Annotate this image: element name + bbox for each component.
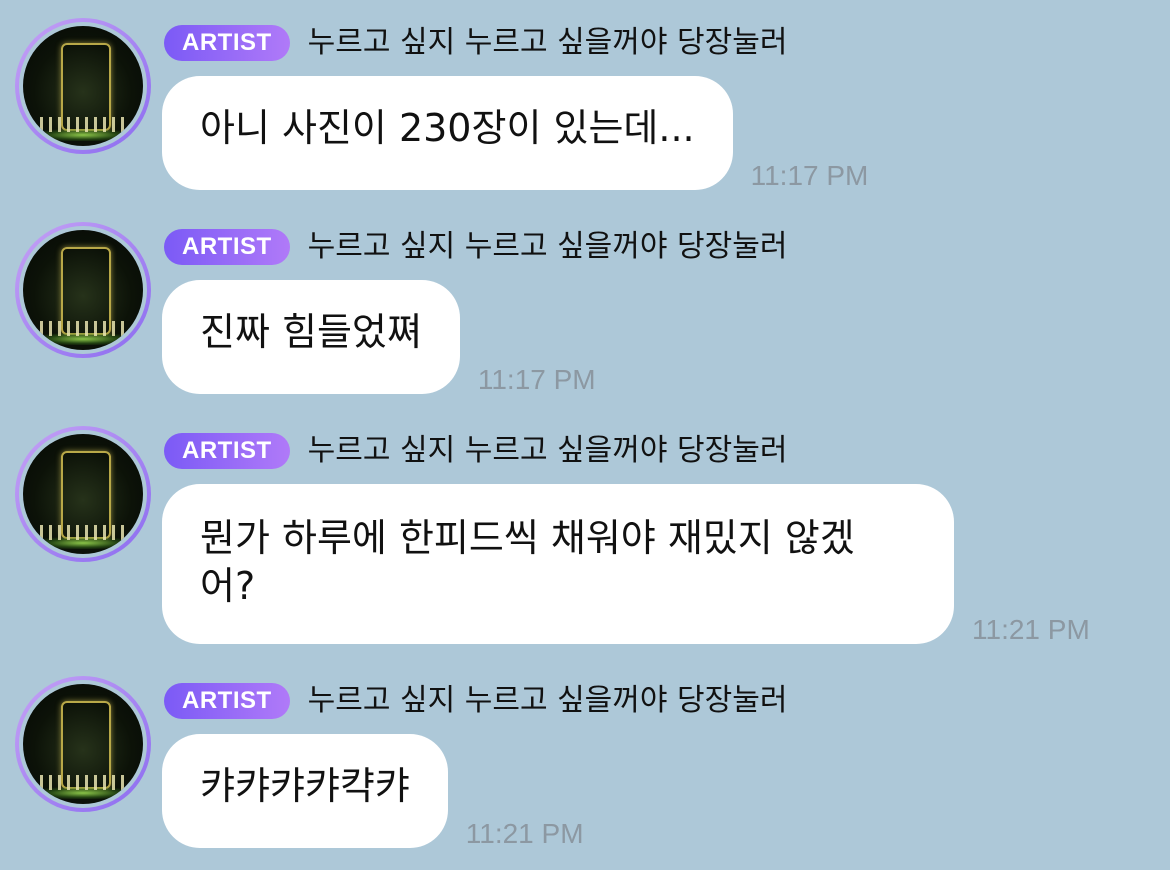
- stage-performers-graphic: [39, 117, 127, 132]
- message-bubble[interactable]: 아니 사진이 230장이 있는데...: [162, 76, 733, 190]
- avatar-ring: [19, 226, 147, 354]
- sender-name[interactable]: 누르고 싶지 누르고 싶을꺼야 당장눌러: [308, 432, 788, 470]
- sender-name[interactable]: 누르고 싶지 누르고 싶을꺼야 당장눌러: [308, 24, 788, 62]
- avatar-ring: [19, 22, 147, 150]
- chat-message: ARTIST 누르고 싶지 누르고 싶을꺼야 당장눌러 뭔가 하루에 한피드씩 …: [0, 408, 1170, 658]
- artist-badge: ARTIST: [164, 683, 290, 719]
- artist-avatar-photo: [23, 230, 143, 350]
- artist-avatar[interactable]: [15, 222, 151, 358]
- message-header: ARTIST 누르고 싶지 누르고 싶을꺼야 당장눌러: [164, 24, 787, 62]
- message-row: 캬캬캬캬캭캬 11:21 PM: [162, 734, 584, 849]
- artist-avatar-photo: [23, 684, 143, 804]
- message-header: ARTIST 누르고 싶지 누르고 싶을꺼야 당장눌러: [164, 228, 787, 266]
- stage-performers-graphic: [39, 775, 127, 790]
- artist-avatar[interactable]: [15, 426, 151, 562]
- artist-badge: ARTIST: [164, 433, 290, 469]
- artist-avatar[interactable]: [15, 18, 151, 154]
- sender-name[interactable]: 누르고 싶지 누르고 싶을꺼야 당장눌러: [308, 228, 788, 266]
- chat-message: ARTIST 누르고 싶지 누르고 싶을꺼야 당장눌러 진짜 힘들었쪄 11:1…: [0, 204, 1170, 408]
- chat-message: ARTIST 누르고 싶지 누르고 싶을꺼야 당장눌러 캬캬캬캬캭캬 11:21…: [0, 658, 1170, 870]
- message-row: 뭔가 하루에 한피드씩 채워야 재밌지 않겠 어? 11:21 PM: [162, 484, 1090, 645]
- stage-performers-graphic: [39, 321, 127, 336]
- avatar-ring: [19, 430, 147, 558]
- stage-performers-graphic: [39, 525, 127, 540]
- message-bubble[interactable]: 캬캬캬캬캭캬: [162, 734, 448, 848]
- avatar-ring: [19, 680, 147, 808]
- message-timestamp: 11:17 PM: [750, 160, 869, 191]
- message-timestamp: 11:21 PM: [465, 818, 584, 849]
- message-bubble[interactable]: 뭔가 하루에 한피드씩 채워야 재밌지 않겠 어?: [162, 484, 954, 644]
- artist-avatar-photo: [23, 26, 143, 146]
- message-header: ARTIST 누르고 싶지 누르고 싶을꺼야 당장눌러: [164, 682, 787, 720]
- artist-avatar[interactable]: [15, 676, 151, 812]
- message-header: ARTIST 누르고 싶지 누르고 싶을꺼야 당장눌러: [164, 432, 787, 470]
- message-timestamp: 11:21 PM: [972, 614, 1090, 645]
- chat-message-list[interactable]: ARTIST 누르고 싶지 누르고 싶을꺼야 당장눌러 아니 사진이 230장이…: [0, 0, 1170, 870]
- message-timestamp: 11:17 PM: [477, 364, 596, 395]
- message-row: 진짜 힘들었쪄 11:17 PM: [162, 280, 596, 395]
- message-row: 아니 사진이 230장이 있는데... 11:17 PM: [162, 76, 869, 191]
- chat-message: ARTIST 누르고 싶지 누르고 싶을꺼야 당장눌러 아니 사진이 230장이…: [0, 0, 1170, 204]
- artist-badge: ARTIST: [164, 25, 290, 61]
- artist-badge: ARTIST: [164, 229, 290, 265]
- artist-avatar-photo: [23, 434, 143, 554]
- sender-name[interactable]: 누르고 싶지 누르고 싶을꺼야 당장눌러: [308, 682, 788, 720]
- message-bubble[interactable]: 진짜 힘들었쪄: [162, 280, 460, 394]
